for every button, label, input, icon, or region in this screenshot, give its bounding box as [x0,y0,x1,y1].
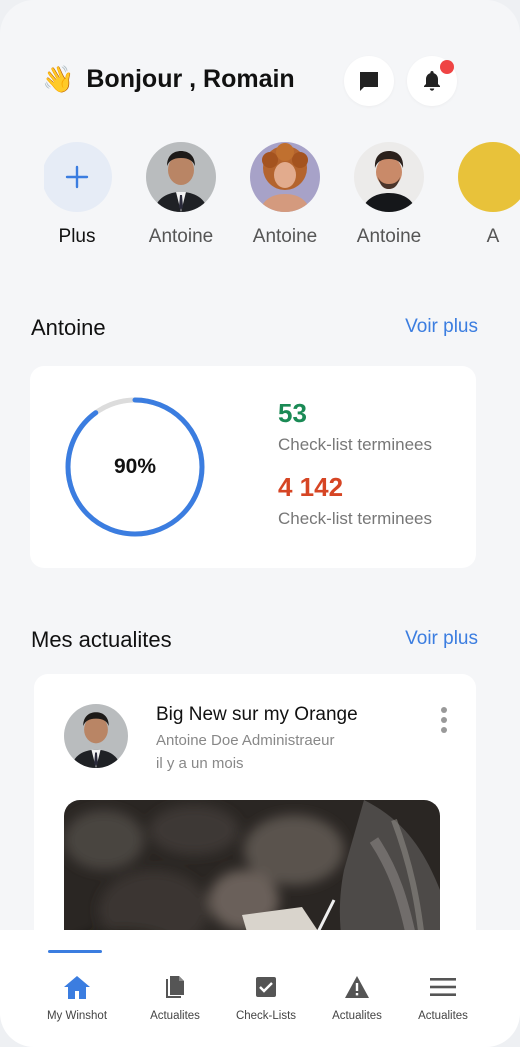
nav-label: Check-Lists [235,1010,297,1022]
wave-emoji: 👋 [42,64,75,94]
chat-icon [360,72,378,91]
story-label: Antoine [356,226,422,247]
notifications-button[interactable] [407,56,457,106]
stat-label: Check-list terminees [278,435,432,454]
nav-tab-actualites[interactable]: Actualites [130,974,220,1022]
story-item[interactable]: A [451,142,520,248]
nav-label: Actualites [150,1010,200,1022]
bottom-navigation: My Winshot Actualites Check-Lists Actual… [0,930,520,1047]
nav-label: Actualites [332,1010,382,1022]
nav-tab-actualites-alerts[interactable]: Actualites [312,974,402,1022]
stats-card: 90% 53 Check-list terminees 4 142 Check-… [30,366,476,568]
app-screen: 👋 Bonjour , Romain Plus Antoine Antoine … [0,0,520,1047]
nav-tab-check-lists[interactable]: Check-Lists [221,974,311,1022]
nav-label: My Winshot [46,1010,108,1022]
story-avatar[interactable] [354,142,424,212]
active-tab-indicator [48,950,102,953]
checkbox-icon [256,977,276,997]
stats-section-title: Antoine [31,315,106,340]
person-avatar-image [250,142,320,212]
warning-icon [345,976,369,998]
person-avatar-image [146,142,216,212]
story-avatar[interactable] [146,142,216,212]
stat-completed: 53 Check-list terminees [278,398,432,455]
news-see-more-link[interactable]: Voir plus [405,628,478,650]
story-avatar[interactable] [250,142,320,212]
news-title: Big New sur my Orange [156,704,358,725]
person-avatar-image [354,142,424,212]
news-author: Antoine Doe Administraeur [156,732,335,749]
more-options-icon[interactable] [440,706,448,734]
nav-tab-my-winshot[interactable]: My Winshot [32,974,122,1022]
documents-icon [166,976,184,998]
news-card[interactable]: Big New sur my Orange Antoine Doe Admini… [34,674,476,974]
story-item[interactable]: Antoine [243,142,327,248]
menu-icon [430,978,456,996]
stat-label: Check-list terminees [278,509,432,528]
bell-icon [424,71,440,91]
stat-total: 4 142 Check-list terminees [278,472,432,529]
plus-icon [65,165,89,189]
story-label: Antoine [252,226,318,247]
nav-tab-actualites-menu[interactable]: Actualites [398,974,488,1022]
stories-row: Plus Antoine Antoine Antoine A [44,142,520,252]
notification-dot [440,60,454,74]
messages-button[interactable] [344,56,394,106]
stat-value: 4 142 [278,472,344,502]
story-label: Antoine [148,226,214,247]
story-label: Plus [58,226,96,247]
news-section-title: Mes actualites [31,627,172,652]
person-avatar-image [64,704,128,768]
header: 👋 Bonjour , Romain [40,56,480,108]
nav-label: Actualites [418,1010,468,1022]
author-avatar [64,704,128,768]
add-story-button[interactable] [44,142,112,212]
stats-see-more-link[interactable]: Voir plus [405,316,478,338]
news-timestamp: il y a un mois [156,755,244,772]
person-avatar-image [458,142,520,212]
greeting: 👋 Bonjour , Romain [42,64,295,95]
stat-value: 53 [278,398,307,428]
story-item[interactable]: Antoine [139,142,223,248]
story-avatar[interactable] [458,142,520,212]
story-label: A [486,226,500,247]
greeting-text: Bonjour , Romain [86,65,295,93]
story-add[interactable]: Plus [44,142,119,248]
story-item[interactable]: Antoine [347,142,431,248]
progress-percent: 90% [113,455,157,478]
home-icon [64,976,90,999]
